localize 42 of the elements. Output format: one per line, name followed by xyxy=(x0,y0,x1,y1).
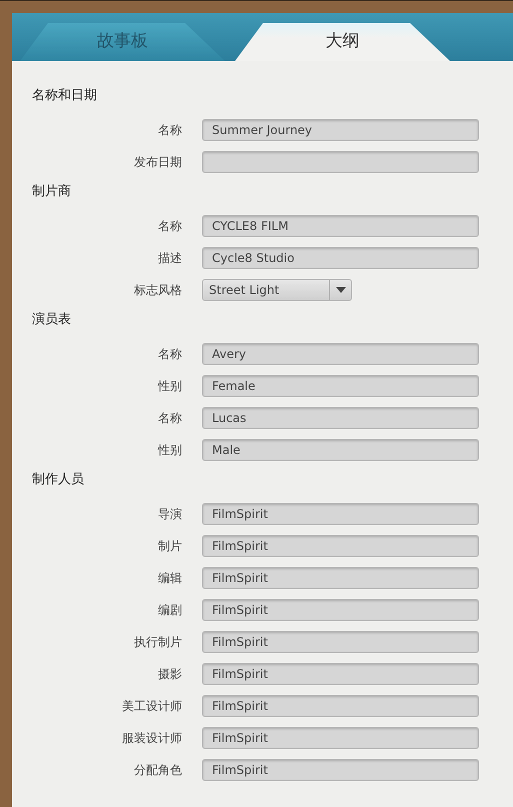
input-field[interactable] xyxy=(202,151,479,173)
field-label: 名称 xyxy=(157,122,182,139)
input-field[interactable]: Cycle8 Studio xyxy=(202,247,479,269)
field-label: 性别 xyxy=(156,378,182,395)
input-field[interactable]: Summer Journey xyxy=(202,119,479,141)
field-label: 名称 xyxy=(157,218,182,235)
input-field[interactable]: FilmSpirit xyxy=(202,503,479,525)
field-label: 执行制片 xyxy=(133,634,182,651)
section-heading: 制片商 xyxy=(32,183,72,201)
field-label: 描述 xyxy=(157,250,182,267)
input-field[interactable]: FilmSpirit xyxy=(202,535,479,557)
input-field[interactable]: Female xyxy=(202,375,479,397)
section-heading: 名称和日期 xyxy=(32,87,98,105)
input-field[interactable]: CYCLE8 FILM xyxy=(202,215,479,237)
input-field[interactable]: Male xyxy=(202,439,479,461)
input-field[interactable]: FilmSpirit xyxy=(202,663,479,685)
section-heading: 制作人员 xyxy=(32,471,85,489)
input-field[interactable]: Lucas xyxy=(202,407,479,429)
field-label: 分配角色 xyxy=(133,762,182,779)
field-label: 名称 xyxy=(157,410,182,427)
input-field[interactable]: FilmSpirit xyxy=(202,727,479,749)
field-label: 制片 xyxy=(157,538,182,555)
field-label: 美工设计师 xyxy=(121,698,182,715)
field-label: 标志风格 xyxy=(133,282,182,299)
caret-icon xyxy=(336,287,346,293)
section-heading: 演员表 xyxy=(32,311,72,329)
input-field[interactable]: FilmSpirit xyxy=(202,759,479,781)
field-label: 摄影 xyxy=(157,666,182,683)
dropdown[interactable]: Street Light xyxy=(202,279,352,301)
field-label: 编辑 xyxy=(157,570,182,587)
field-label: 服装设计师 xyxy=(121,730,182,747)
input-field[interactable]: FilmSpirit xyxy=(202,631,479,653)
field-label: 发布日期 xyxy=(133,154,182,171)
input-field[interactable]: FilmSpirit xyxy=(202,567,479,589)
tab[interactable]: 大纲 xyxy=(235,23,450,61)
input-field[interactable]: FilmSpirit xyxy=(202,599,479,621)
field-label: 导演 xyxy=(157,506,182,523)
input-field[interactable]: FilmSpirit xyxy=(202,695,479,717)
field-label: 名称 xyxy=(157,346,182,363)
input-field[interactable]: Avery xyxy=(202,343,479,365)
field-label: 性别 xyxy=(156,442,182,459)
field-label: 编剧 xyxy=(157,602,182,619)
